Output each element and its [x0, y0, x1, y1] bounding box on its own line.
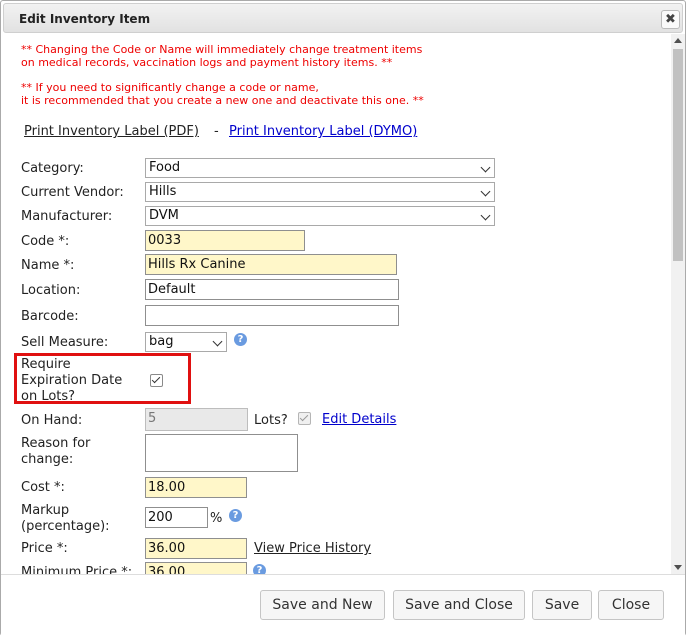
dialog-title: Edit Inventory Item	[19, 12, 151, 26]
view-price-history-link[interactable]: View Price History	[254, 541, 371, 556]
chevron-down-icon	[480, 186, 491, 197]
edit-inventory-dialog: Edit Inventory Item ✖ ** Changing the Co…	[0, 0, 686, 636]
sell-measure-select[interactable]: bag	[145, 332, 227, 352]
category-label: Category:	[21, 161, 84, 176]
save-and-new-button[interactable]: Save and New	[260, 590, 385, 620]
category-select[interactable]: Food	[145, 158, 495, 178]
name-label: Name *:	[21, 258, 75, 273]
location-label: Location:	[21, 283, 81, 298]
cost-input[interactable]: 18.00	[145, 477, 247, 498]
cost-label: Cost *:	[21, 480, 65, 495]
manufacturer-value: DVM	[149, 208, 179, 223]
on-hand-label: On Hand:	[21, 413, 83, 428]
scrollbar-thumb[interactable]	[673, 49, 683, 261]
close-icon[interactable]: ✖	[661, 10, 680, 29]
reason-label-line-2: change:	[21, 452, 74, 467]
location-input[interactable]: Default	[145, 279, 399, 300]
save-button[interactable]: Save	[532, 590, 592, 620]
print-label-pdf-link[interactable]: Print Inventory Label (PDF)	[24, 124, 199, 139]
help-icon[interactable]: ?	[229, 509, 242, 522]
require-exp-label-line-3: on Lots?	[21, 389, 76, 404]
chevron-down-icon	[480, 162, 491, 173]
warning-text-line-2: on medical records, vaccination logs and…	[21, 56, 393, 69]
dialog-titlebar[interactable]: Edit Inventory Item ✖	[3, 3, 683, 33]
warning-text-line-3: ** If you need to significantly change a…	[21, 81, 319, 94]
lots-checkbox	[298, 412, 311, 425]
vendor-value: Hills	[149, 184, 177, 199]
category-value: Food	[149, 160, 181, 175]
close-button[interactable]: Close	[598, 590, 664, 620]
help-icon[interactable]: ?	[253, 564, 266, 574]
on-hand-input: 5	[145, 408, 248, 431]
warning-text-line-1: ** Changing the Code or Name will immedi…	[21, 43, 423, 56]
price-label: Price *:	[21, 541, 68, 556]
warning-text-line-4: it is recommended that you create a new …	[21, 94, 424, 107]
vendor-label: Current Vendor:	[21, 185, 124, 200]
scroll-down-arrow-icon[interactable]	[674, 565, 682, 570]
code-input[interactable]: 0033	[145, 230, 305, 251]
print-label-dymo-link[interactable]: Print Inventory Label (DYMO)	[229, 124, 417, 139]
barcode-label: Barcode:	[21, 309, 79, 324]
minimum-price-input[interactable]: 36.00	[145, 562, 247, 574]
barcode-input[interactable]	[145, 305, 399, 326]
lots-label: Lots?	[254, 413, 288, 428]
dialog-footer: Save and New Save and Close Save Close	[1, 574, 685, 636]
markup-label-line-1: Markup	[21, 503, 70, 518]
require-exp-label-line-2: Expiration Date	[21, 373, 123, 388]
sell-measure-value: bag	[149, 334, 174, 349]
chevron-down-icon	[212, 336, 223, 347]
code-label: Code *:	[21, 234, 70, 249]
minimum-price-label: Minimum Price *:	[21, 565, 133, 574]
require-exp-label-line-1: Require	[21, 357, 71, 372]
chevron-down-icon	[480, 210, 491, 221]
save-and-close-button[interactable]: Save and Close	[393, 590, 525, 620]
reason-textarea[interactable]	[145, 434, 298, 472]
vertical-scrollbar[interactable]	[671, 34, 685, 574]
price-input[interactable]: 36.00	[145, 538, 247, 559]
scroll-up-arrow-icon[interactable]	[674, 38, 682, 43]
edit-details-link[interactable]: Edit Details	[322, 412, 396, 427]
percent-unit: %	[210, 511, 223, 526]
name-input[interactable]: Hills Rx Canine	[145, 254, 397, 275]
manufacturer-select[interactable]: DVM	[145, 206, 495, 226]
link-separator: -	[214, 124, 219, 139]
require-expiration-checkbox[interactable]	[150, 374, 163, 387]
markup-label-line-2: (percentage):	[21, 519, 110, 534]
markup-input[interactable]: 200	[145, 507, 208, 528]
manufacturer-label: Manufacturer:	[21, 209, 113, 224]
vendor-select[interactable]: Hills	[145, 182, 495, 202]
reason-label-line-1: Reason for	[21, 436, 91, 451]
dialog-content: ** Changing the Code or Name will immedi…	[3, 34, 671, 574]
sell-measure-label: Sell Measure:	[21, 335, 109, 350]
help-icon[interactable]: ?	[234, 333, 247, 346]
